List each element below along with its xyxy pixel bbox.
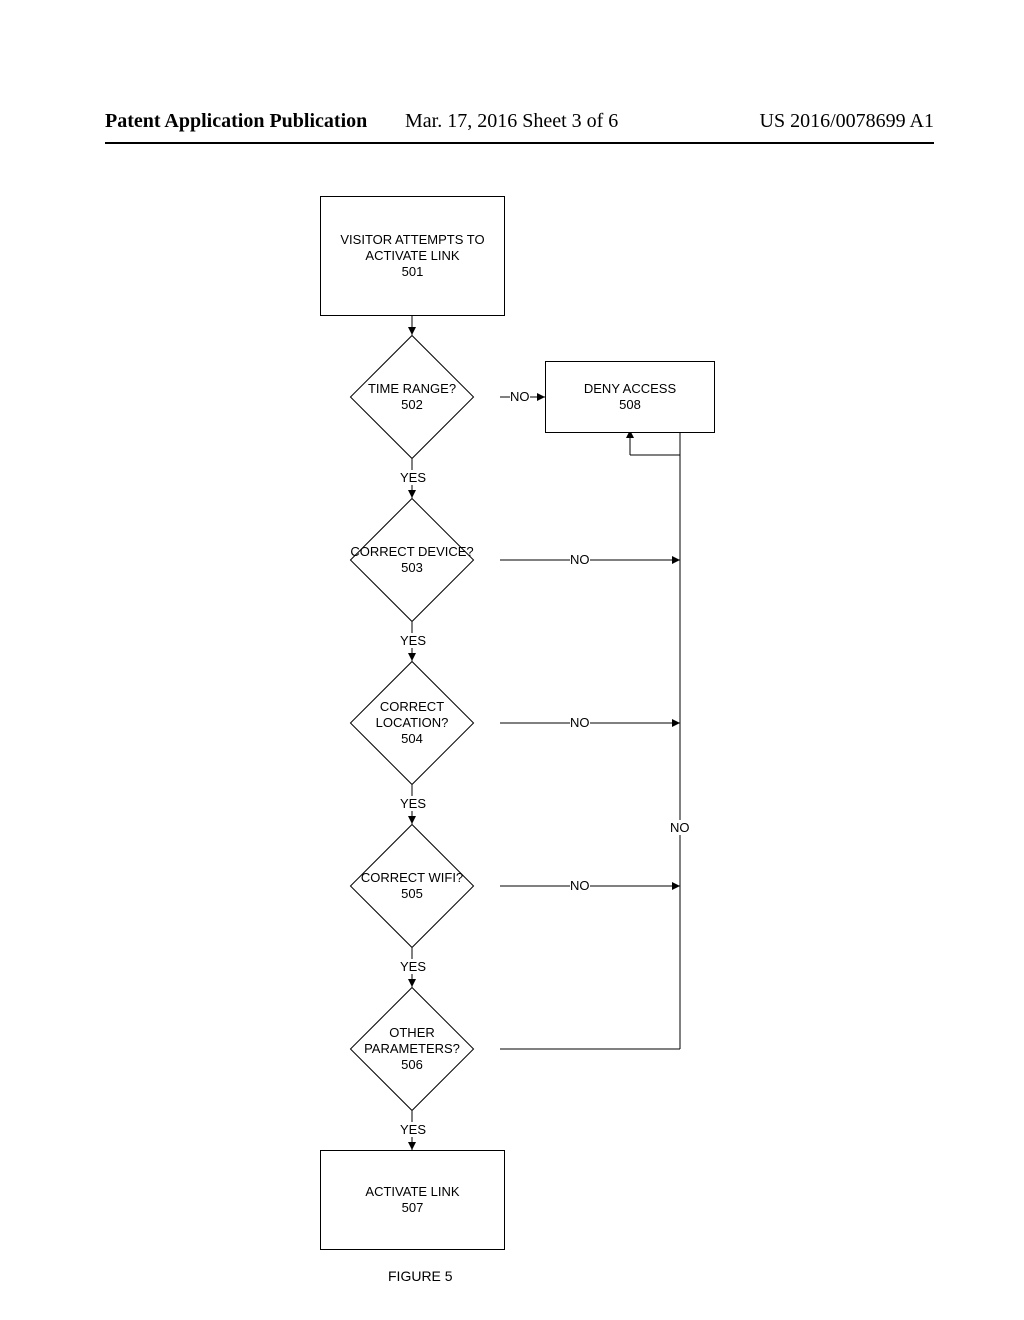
no-label-504: NO	[570, 715, 590, 730]
d502-num: 502	[368, 397, 456, 413]
yes-label-503: YES	[400, 633, 426, 648]
deny-access-box: DENY ACCESS 508	[545, 361, 715, 433]
decision-correct-wifi: CORRECT WIFI? 505	[368, 842, 456, 930]
no-label-503: NO	[570, 552, 590, 567]
flowchart-connectors	[0, 0, 1024, 1320]
yes-label-505: YES	[400, 959, 426, 974]
d504-line1: CORRECT	[376, 699, 449, 715]
decision-other-parameters: OTHER PARAMETERS? 506	[368, 1005, 456, 1093]
yes-label-506: YES	[400, 1122, 426, 1137]
yes-label-502: YES	[400, 470, 426, 485]
d504-line2: LOCATION?	[376, 715, 449, 731]
d506-line2: PARAMETERS?	[364, 1041, 460, 1057]
d506-line1: OTHER	[364, 1025, 460, 1041]
decision-time-range: TIME RANGE? 502	[368, 353, 456, 441]
no-label-502: NO	[510, 389, 530, 404]
d506-num: 506	[364, 1057, 460, 1073]
deny-num: 508	[584, 397, 676, 413]
d503-num: 503	[350, 560, 473, 576]
no-label-506-vertical: NO	[670, 820, 690, 835]
start-box: VISITOR ATTEMPTS TO ACTIVATE LINK 501	[320, 196, 505, 316]
yes-label-504: YES	[400, 796, 426, 811]
deny-line1: DENY ACCESS	[584, 381, 676, 397]
activate-num: 507	[365, 1200, 459, 1216]
start-num: 501	[340, 264, 484, 280]
d503-line1: CORRECT DEVICE?	[350, 544, 473, 560]
decision-correct-location: CORRECT LOCATION? 504	[368, 679, 456, 767]
figure-caption: FIGURE 5	[388, 1268, 453, 1284]
activate-link-box: ACTIVATE LINK 507	[320, 1150, 505, 1250]
activate-line1: ACTIVATE LINK	[365, 1184, 459, 1200]
decision-correct-device: CORRECT DEVICE? 503	[368, 516, 456, 604]
no-label-505: NO	[570, 878, 590, 893]
start-line2: ACTIVATE LINK	[340, 248, 484, 264]
start-line1: VISITOR ATTEMPTS TO	[340, 232, 484, 248]
d502-line1: TIME RANGE?	[368, 381, 456, 397]
d504-num: 504	[376, 731, 449, 747]
d505-num: 505	[361, 886, 463, 902]
d505-line1: CORRECT WIFI?	[361, 870, 463, 886]
